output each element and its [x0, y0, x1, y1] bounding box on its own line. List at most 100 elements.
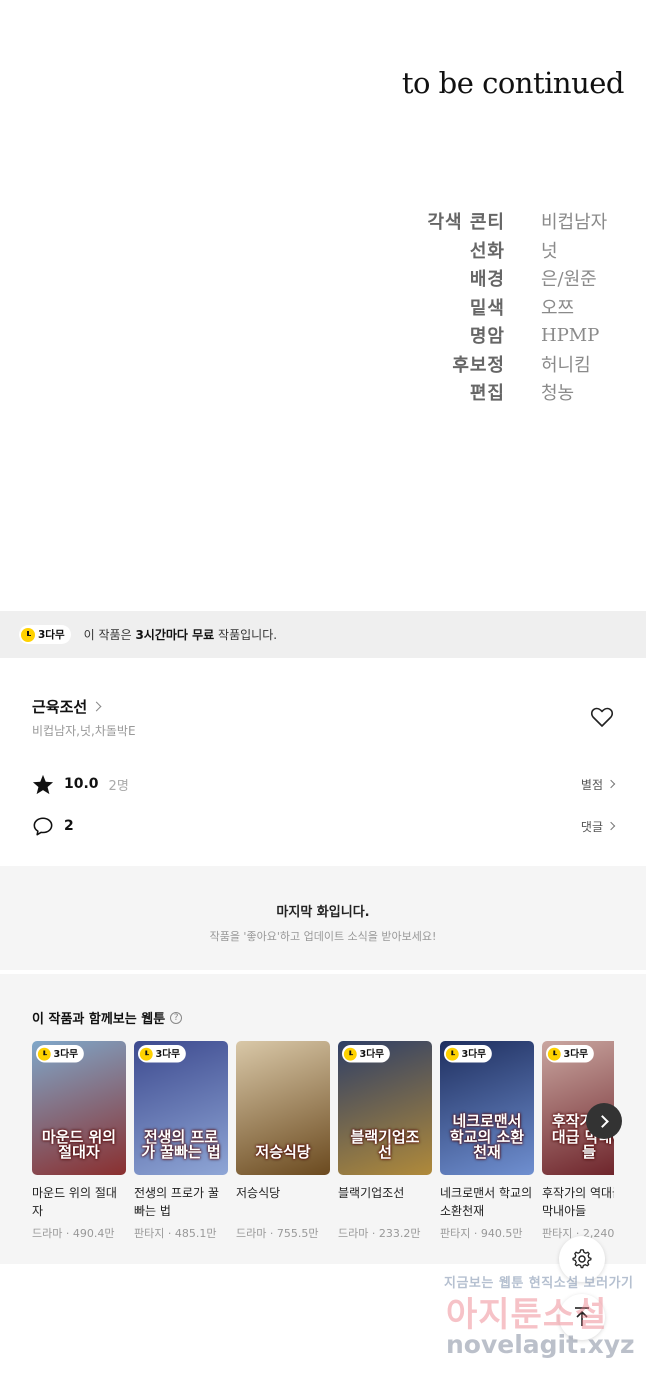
series-title: 근육조선	[32, 698, 88, 716]
credit-row: 밑색 오쯔	[400, 293, 630, 322]
notice-text: 이 작품은 3시간마다 무료 작품입니다.	[83, 628, 278, 642]
chevron-right-icon	[91, 701, 102, 712]
recommendation-card[interactable]: 3다무 전생의 프로가 꿀빠는 법 전생의 프로가 꿀빠는 법 판타지 · 485.1…	[134, 1041, 228, 1251]
wait-free-badge-label: 3다무	[53, 1048, 78, 1060]
thumbnail-logo-text: 마운드 위의 절대자	[41, 1127, 117, 1162]
recommendation-card[interactable]: 저승식당 저승식당 드라마 · 755.5만	[236, 1041, 330, 1251]
credit-name: 청농	[541, 383, 575, 405]
credit-role: 각색 콘티	[427, 212, 505, 234]
rating-link-label: 별점	[580, 777, 603, 792]
watermark-logo: 아지툰소설	[446, 1295, 608, 1335]
credit-role: 밑색	[469, 297, 505, 319]
wait-free-badge: 3다무	[342, 1045, 390, 1063]
credit-row: 선화 넛	[400, 236, 630, 265]
clock-icon	[37, 1047, 51, 1061]
last-episode-sub: 작품을 '좋아요'하고 업데이트 소식을 받아보세요!	[209, 930, 437, 943]
credit-row: 배경 은/원준	[400, 264, 630, 293]
credit-name: 넛	[541, 240, 558, 262]
wait-free-badge-label: 3다무	[38, 629, 65, 641]
rating-count: 2명	[108, 778, 129, 794]
recommendation-meta: 판타지 · 940.5만	[440, 1227, 523, 1240]
wait-free-badge: 3다무	[36, 1045, 84, 1063]
thumbnail-logo-text: 네크로맨서 학교의 소환천재	[449, 1111, 525, 1162]
comments-link-label: 댓글	[580, 819, 603, 834]
recommendation-meta: 드라마 · 233.2만	[338, 1227, 421, 1240]
clock-icon	[343, 1047, 357, 1061]
comments-count: 2	[64, 818, 74, 834]
wait-free-badge-label: 3다무	[359, 1048, 384, 1060]
recommendation-meta: 판타지 · 485.1만	[134, 1227, 217, 1240]
chevron-right-icon	[606, 821, 616, 831]
watermark-url: novelagit.xyz	[446, 1330, 635, 1359]
series-info: 근육조선 비컵남자,넛,차돌박E 10.0 2명 별점 2 댓글	[0, 658, 646, 860]
clock-icon	[445, 1047, 459, 1061]
wait-free-badge: 3다무	[19, 625, 71, 644]
recommendations-section: 이 작품과 함께보는 웹툰 ? 3다무 마운드 위의 절대자 마운드 위의 절대자 드…	[0, 974, 646, 1264]
recommendation-card[interactable]: 3다무 네크로맨서 학교의 소환천재 네크로맨서 학교의 소환천재 판타지 · 940…	[440, 1041, 534, 1251]
star-icon	[32, 774, 54, 794]
recommendation-card[interactable]: 3다무 블랙기업조선 블랙기업조선 드라마 · 233.2만	[338, 1041, 432, 1251]
credit-row: 후보정 허니킴	[400, 350, 630, 379]
series-title-link[interactable]: 근육조선	[32, 696, 102, 717]
wait-free-badge-label: 3다무	[461, 1048, 486, 1060]
credit-role: 배경	[469, 269, 505, 291]
credit-role: 후보정	[452, 354, 505, 376]
recommendation-card[interactable]: 3다무후작가의 역대급 막내아들후작가의 역대급 막내아들판타지 · 2,240…	[542, 1041, 614, 1251]
question-icon[interactable]: ?	[170, 1011, 183, 1024]
chevron-right-icon	[606, 779, 616, 789]
carousel-next-button[interactable]	[586, 1103, 622, 1139]
notice-highlight: 3시간마다 무료	[135, 628, 215, 642]
credit-name: 허니킴	[541, 354, 591, 376]
rating-value: 10.0	[64, 776, 99, 792]
credit-name: HPMP	[541, 324, 600, 346]
wait-free-badge-label: 3다무	[563, 1048, 588, 1060]
recommendation-meta: 드라마 · 755.5만	[236, 1227, 319, 1240]
recommendation-title[interactable]: 전생의 프로가 꿀빠는 법	[134, 1184, 228, 1220]
recommendation-thumbnail[interactable]: 3다무전생의 프로가 꿀빠는 법	[134, 1041, 228, 1175]
credit-row: 명암 HPMP	[400, 321, 630, 350]
recommendation-title[interactable]: 블랙기업조선	[338, 1184, 432, 1220]
recommendation-carousel: 3다무 마운드 위의 절대자 마운드 위의 절대자 드라마 · 490.4만 3다무 전생…	[32, 1041, 614, 1251]
credit-role: 편집	[469, 383, 505, 405]
credit-name: 오쯔	[541, 297, 575, 319]
credit-role: 선화	[469, 240, 505, 262]
recommendation-card[interactable]: 3다무 마운드 위의 절대자 마운드 위의 절대자 드라마 · 490.4만	[32, 1041, 126, 1251]
comments-row: 2 댓글	[32, 814, 616, 838]
thumbnail-logo-text: 블랙기업조선	[350, 1127, 420, 1162]
credits-list: 각색 콘티 비컵남자선화 넛배경 은/원준밑색 오쯔명암 HPMP 후보정 허니킴편집 청농	[400, 207, 630, 407]
series-authors: 비컵남자,넛,차돌박E	[32, 724, 136, 738]
rating-link[interactable]: 별점	[580, 776, 616, 793]
recommendations-title-text: 이 작품과 함께보는 웹툰	[32, 1012, 166, 1027]
free-notice-bar: 3다무 이 작품은 3시간마다 무료 작품입니다.	[0, 611, 646, 658]
recommendation-title[interactable]: 네크로맨서 학교의 소환천재	[440, 1184, 534, 1220]
last-episode-heading: 마지막 화입니다.	[276, 905, 370, 920]
credit-row: 편집 청농	[400, 378, 630, 407]
recommendation-meta: 드라마 · 490.4만	[32, 1227, 115, 1240]
recommendation-thumbnail[interactable]: 3다무블랙기업조선	[338, 1041, 432, 1175]
wait-free-badge: 3다무	[138, 1045, 186, 1063]
clock-icon	[21, 627, 35, 642]
thumbnail-logo-text: 저승식당	[255, 1143, 311, 1162]
recommendation-title[interactable]: 마운드 위의 절대자	[32, 1184, 126, 1220]
gear-icon	[572, 1249, 592, 1269]
recommendation-thumbnail[interactable]: 3다무네크로맨서 학교의 소환천재	[440, 1041, 534, 1175]
comment-icon	[33, 817, 53, 835]
recommendation-title[interactable]: 후작가의 역대급 막내아들	[542, 1184, 614, 1220]
last-episode-box: 마지막 화입니다. 작품을 '좋아요'하고 업데이트 소식을 받아보세요!	[0, 866, 646, 970]
credit-name: 은/원준	[541, 269, 597, 291]
comments-link[interactable]: 댓글	[580, 818, 616, 835]
wait-free-badge: 3다무	[444, 1045, 492, 1063]
recommendation-thumbnail[interactable]: 3다무마운드 위의 절대자	[32, 1041, 126, 1175]
to-be-continued-text: to be continued	[401, 66, 625, 100]
recommendation-title[interactable]: 저승식당	[236, 1184, 330, 1220]
wait-free-badge-label: 3다무	[155, 1048, 180, 1060]
thumbnail-logo-text: 전생의 프로가 꿀빠는 법	[141, 1127, 221, 1162]
rating-row: 10.0 2명 별점	[32, 772, 616, 796]
recommendations-title: 이 작품과 함께보는 웹툰 ?	[32, 1008, 183, 1027]
credit-row: 각색 콘티 비컵남자	[400, 207, 630, 236]
heart-icon[interactable]	[590, 706, 614, 728]
credit-role: 명암	[469, 326, 505, 348]
clock-icon	[547, 1047, 561, 1061]
recommendation-thumbnail[interactable]: 저승식당	[236, 1041, 330, 1175]
credit-name: 비컵남자	[541, 212, 608, 234]
